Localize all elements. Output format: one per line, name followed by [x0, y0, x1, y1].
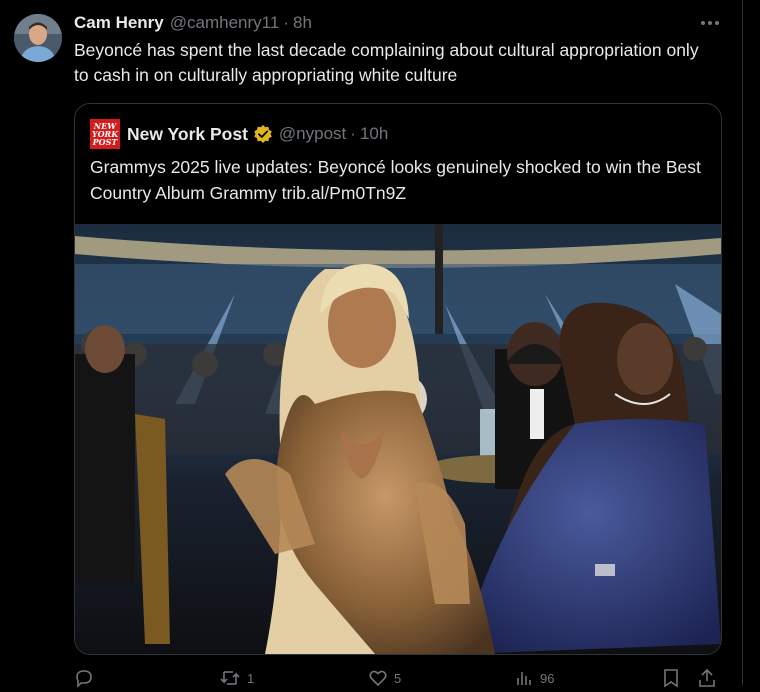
- timestamp[interactable]: 8h: [293, 13, 312, 33]
- quote-author-handle[interactable]: @nypost: [279, 124, 346, 144]
- views-button[interactable]: 96: [514, 668, 554, 688]
- bookmark-icon: [664, 669, 678, 688]
- quote-tweet[interactable]: NEW YORK POST New York Post @nypost · 10…: [74, 103, 722, 655]
- reply-button[interactable]: [74, 668, 100, 688]
- reply-icon: [76, 670, 92, 688]
- quote-header: NEW YORK POST New York Post @nypost · 10…: [90, 119, 388, 149]
- action-bar: 1 5 96: [74, 668, 716, 692]
- author-name[interactable]: Cam Henry: [74, 13, 164, 33]
- bookmark-button[interactable]: [662, 668, 680, 688]
- avatar[interactable]: [14, 14, 62, 62]
- retweet-button[interactable]: 1: [219, 668, 254, 688]
- quote-text: Grammys 2025 live updates: Beyoncé looks…: [90, 157, 701, 203]
- more-horizontal-icon: [701, 21, 719, 25]
- quote-separator: ·: [350, 124, 356, 143]
- more-button[interactable]: [694, 8, 726, 38]
- quote-author-name[interactable]: New York Post: [127, 124, 248, 145]
- views-icon: [517, 672, 531, 685]
- like-count: 5: [394, 670, 402, 686]
- views-count: 96: [540, 670, 555, 686]
- like-button[interactable]: 5: [368, 668, 401, 688]
- author-handle[interactable]: @camhenry11: [170, 13, 280, 33]
- retweet-icon: [220, 671, 240, 685]
- quote-media-photo[interactable]: [75, 224, 721, 654]
- verified-badge-icon: [253, 124, 273, 144]
- tweet-header: Cam Henry @camhenry11 · 8h: [74, 12, 312, 34]
- retweet-count: 1: [247, 670, 255, 686]
- share-button[interactable]: [698, 668, 716, 688]
- tweet[interactable]: Cam Henry @camhenry11 · 8h Beyoncé has s…: [0, 0, 742, 688]
- heart-icon: [369, 670, 387, 687]
- separator: ·: [283, 13, 289, 32]
- column-divider: [742, 0, 743, 685]
- quote-timestamp[interactable]: 10h: [360, 124, 388, 144]
- share-icon: [699, 668, 715, 687]
- tweet-text: Beyoncé has spent the last decade compla…: [74, 40, 699, 85]
- nypost-logo[interactable]: NEW YORK POST: [90, 119, 120, 149]
